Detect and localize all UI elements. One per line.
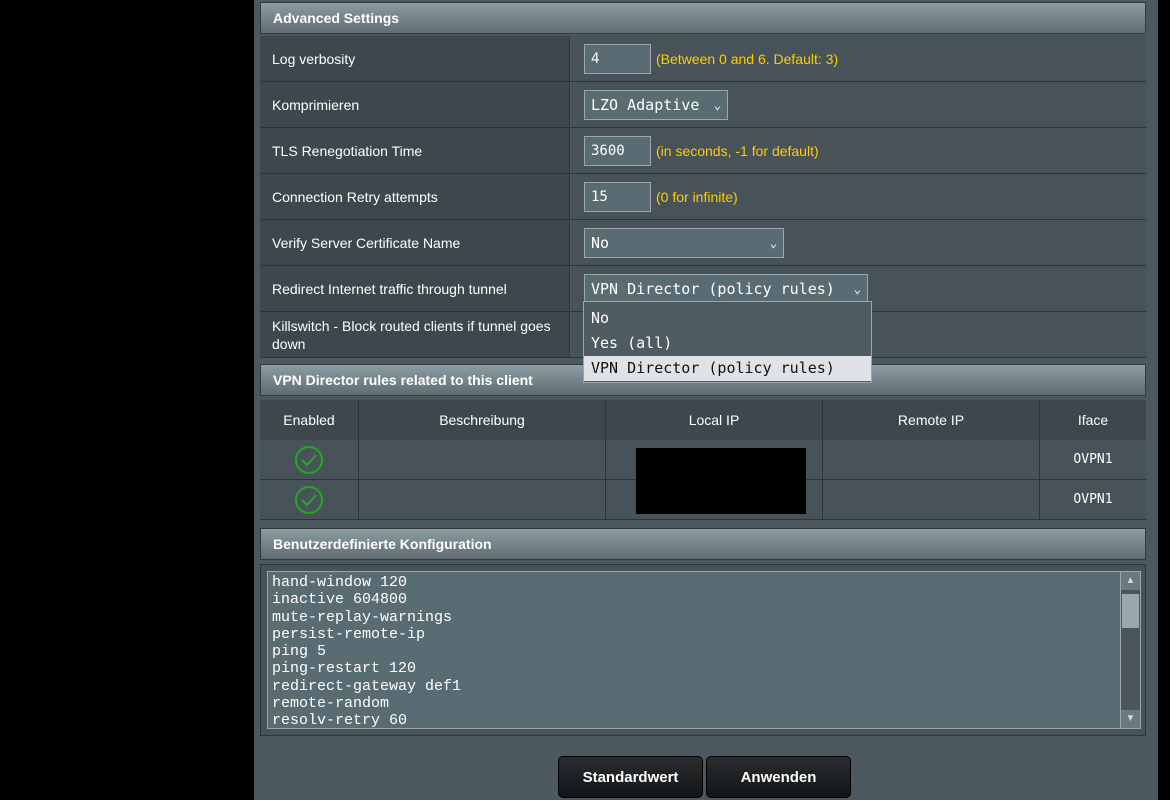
dropdown-option-no[interactable]: No [584, 306, 871, 331]
row-log-verbosity: Log verbosity 4 (Between 0 and 6. Defaul… [260, 36, 1146, 82]
label-verify-cert: Verify Server Certificate Name [260, 220, 570, 265]
label-compression: Komprimieren [260, 82, 570, 127]
check-circle-icon [295, 445, 323, 474]
rules-table-header: Enabled Beschreibung Local IP Remote IP … [260, 400, 1146, 441]
iface-cell: OVPN1 [1073, 492, 1113, 507]
verify-cert-select[interactable]: No ⌄ [584, 227, 784, 258]
scroll-up-icon[interactable]: ▲ [1121, 572, 1140, 590]
chevron-down-icon: ⌄ [713, 97, 721, 112]
label-redirect-traffic: Redirect Internet traffic through tunnel [260, 266, 570, 311]
scroll-thumb[interactable] [1122, 594, 1139, 628]
dropdown-option-yes-all[interactable]: Yes (all) [584, 331, 871, 356]
tls-renegotiation-input[interactable]: 3600 [584, 135, 651, 166]
connection-retry-input[interactable]: 15 [584, 181, 651, 212]
iface-cell: OVPN1 [1073, 452, 1113, 467]
settings-panel: Advanced Settings Log verbosity 4 (Betwe… [254, 0, 1158, 800]
col-enabled: Enabled [260, 400, 359, 440]
col-description: Beschreibung [359, 400, 606, 440]
redacted-local-ip [636, 448, 806, 514]
col-local-ip: Local IP [606, 400, 823, 440]
textarea-scrollbar[interactable]: ▲ ▼ [1120, 572, 1140, 728]
label-log-verbosity: Log verbosity [260, 36, 570, 81]
col-remote-ip: Remote IP [823, 400, 1040, 440]
config-text: hand-window 120 inactive 604800 mute-rep… [272, 574, 462, 729]
row-tls-renegotiation: TLS Renegotiation Time 3600 (in seconds,… [260, 128, 1146, 174]
dropdown-option-vpn-director[interactable]: VPN Director (policy rules) [584, 356, 871, 381]
apply-button[interactable]: Anwenden [706, 756, 851, 798]
label-connection-retry: Connection Retry attempts [260, 174, 570, 219]
row-compression: Komprimieren LZO Adaptive ⌄ [260, 82, 1146, 128]
label-tls-renegotiation: TLS Renegotiation Time [260, 128, 570, 173]
col-iface: Iface [1077, 412, 1109, 428]
section-title: Benutzerdefinierte Konfiguration [260, 528, 1146, 560]
redirect-traffic-select[interactable]: VPN Director (policy rules) ⌄ [584, 273, 868, 304]
section-title: Advanced Settings [260, 2, 1146, 34]
default-button[interactable]: Standardwert [558, 756, 703, 798]
check-circle-icon [295, 485, 323, 514]
compression-select[interactable]: LZO Adaptive ⌄ [584, 89, 728, 120]
chevron-down-icon: ⌄ [769, 235, 777, 250]
row-verify-cert: Verify Server Certificate Name No ⌄ [260, 220, 1146, 266]
log-verbosity-input[interactable]: 4 [584, 43, 651, 74]
log-verbosity-hint: (Between 0 and 6. Default: 3) [656, 50, 839, 67]
custom-config-textarea[interactable]: hand-window 120 inactive 604800 mute-rep… [267, 571, 1141, 729]
tls-renegotiation-hint: (in seconds, -1 for default) [656, 142, 819, 159]
connection-retry-hint: (0 for infinite) [656, 188, 738, 205]
scroll-down-icon[interactable]: ▼ [1121, 710, 1140, 728]
redirect-traffic-dropdown: No Yes (all) VPN Director (policy rules) [583, 301, 872, 383]
label-killswitch: Killswitch - Block routed clients if tun… [260, 312, 570, 357]
row-connection-retry: Connection Retry attempts 15 (0 for infi… [260, 174, 1146, 220]
chevron-down-icon: ⌄ [853, 281, 861, 296]
